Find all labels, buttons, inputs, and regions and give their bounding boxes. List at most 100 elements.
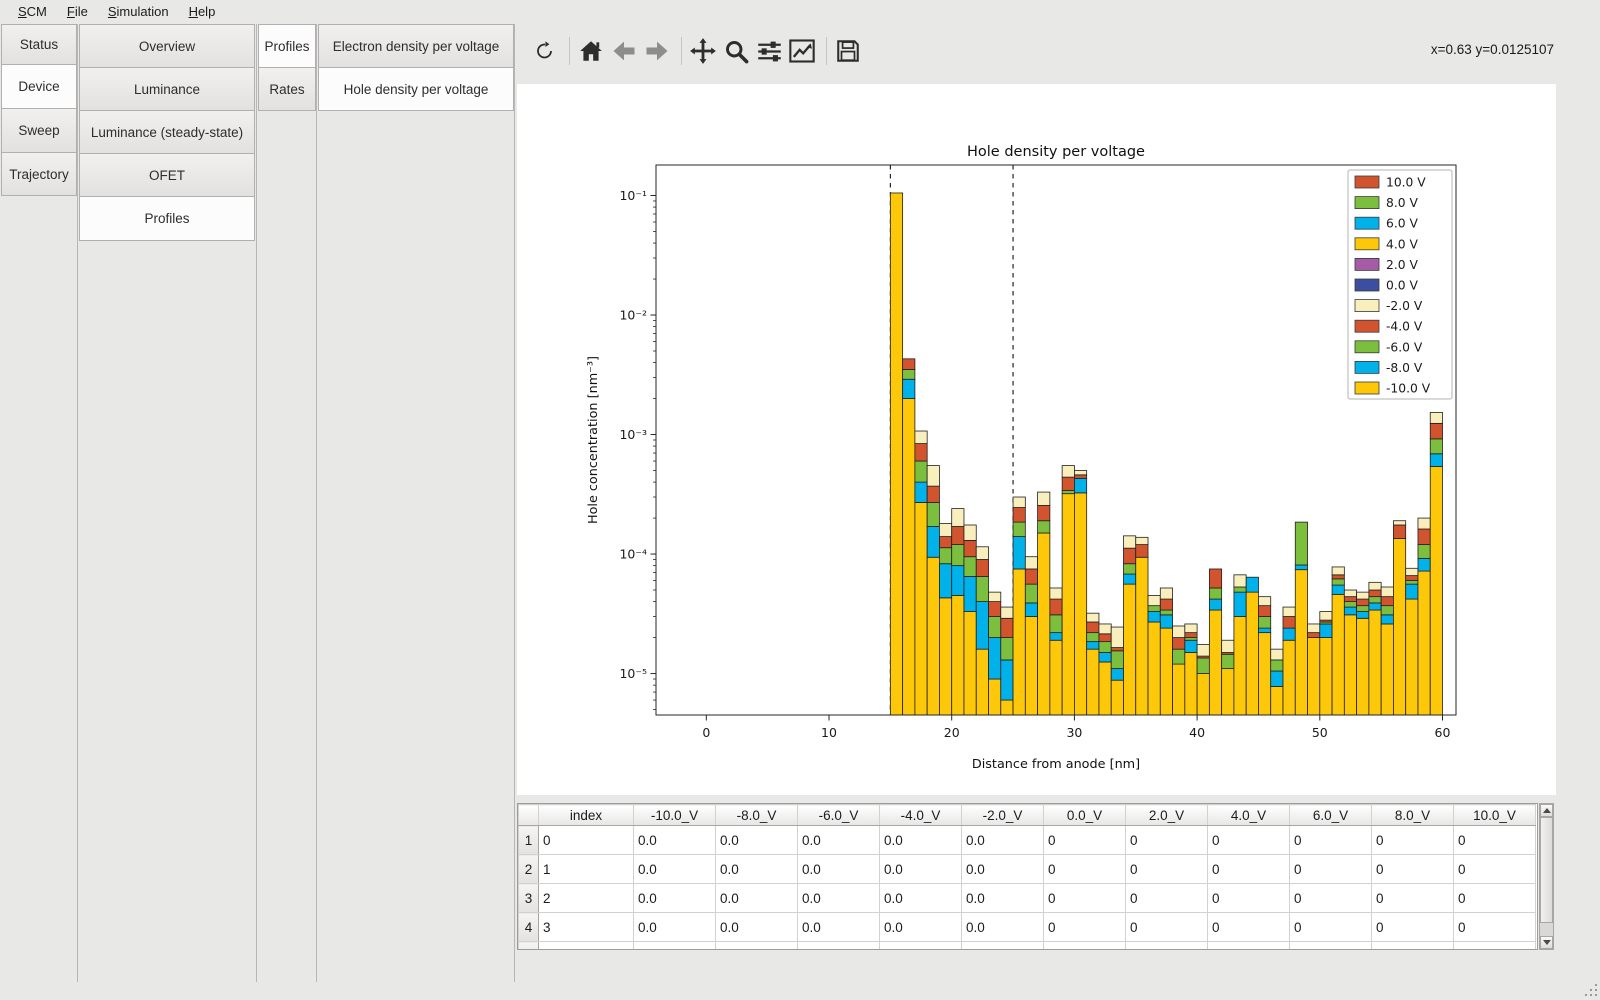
table-cell[interactable]: 0.0 [716, 942, 798, 951]
column-header[interactable]: index [539, 805, 634, 826]
row-header[interactable]: 5 [519, 942, 539, 951]
table-cell[interactable]: 0 [1044, 826, 1126, 855]
corner-header[interactable] [519, 805, 539, 826]
tab-profiles[interactable]: Profiles [79, 196, 255, 241]
tab-status[interactable]: Status [1, 24, 77, 65]
menu-item-simulation[interactable]: Simulation [100, 2, 177, 21]
column-header[interactable]: -2.0_V [962, 805, 1044, 826]
home-icon[interactable] [576, 36, 606, 66]
column-header[interactable]: 2.0_V [1126, 805, 1208, 826]
tab-sweep[interactable]: Sweep [1, 108, 77, 153]
table-cell[interactable]: 0.0 [962, 913, 1044, 942]
tab-device[interactable]: Device [1, 64, 77, 109]
table-cell[interactable]: 0.0 [634, 942, 716, 951]
menu-item-file[interactable]: File [59, 2, 96, 21]
table-cell[interactable]: 0 [1044, 942, 1126, 951]
table-cell[interactable]: 0.0 [634, 826, 716, 855]
menu-item-help[interactable]: Help [181, 2, 224, 21]
row-header[interactable]: 2 [519, 855, 539, 884]
table-cell[interactable]: 0 [1372, 884, 1454, 913]
table-cell[interactable]: 1 [539, 855, 634, 884]
column-header[interactable]: 6.0_V [1290, 805, 1372, 826]
tab-profiles[interactable]: Profiles [258, 24, 316, 68]
tab-ofet[interactable]: OFET [79, 153, 255, 197]
tab-overview[interactable]: Overview [79, 24, 255, 68]
scroll-down-icon[interactable] [1540, 936, 1553, 949]
table-cell[interactable]: 0.0 [716, 913, 798, 942]
menu-item-scm[interactable]: SCM [10, 2, 55, 21]
table-cell[interactable]: 0 [1126, 826, 1208, 855]
table-cell[interactable]: 0.0 [962, 942, 1044, 951]
table-cell[interactable]: 0 [1044, 913, 1126, 942]
refresh-icon[interactable] [530, 36, 560, 66]
column-header[interactable]: 0.0_V [1044, 805, 1126, 826]
column-header[interactable]: -8.0_V [716, 805, 798, 826]
table-cell[interactable]: 0 [1372, 913, 1454, 942]
table-cell[interactable]: 0.0 [716, 884, 798, 913]
save-icon[interactable] [833, 36, 863, 66]
plot-canvas[interactable]: 10⁻¹10⁻²10⁻³10⁻⁴10⁻⁵0102030405060Hole de… [517, 84, 1556, 795]
table-cell[interactable]: 0 [1208, 855, 1290, 884]
table-cell[interactable]: 0 [1126, 942, 1208, 951]
table-cell[interactable]: 0 [1290, 826, 1372, 855]
table-cell[interactable]: 0 [1454, 884, 1536, 913]
table-cell[interactable]: 0.0 [880, 942, 962, 951]
table-cell[interactable]: 0 [1208, 884, 1290, 913]
table-cell[interactable]: 0 [1126, 855, 1208, 884]
tab-trajectory[interactable]: Trajectory [1, 152, 77, 196]
table-cell[interactable]: 0 [1044, 884, 1126, 913]
column-header[interactable]: 8.0_V [1372, 805, 1454, 826]
tab-hole-density-per-voltage[interactable]: Hole density per voltage [318, 67, 514, 111]
table-cell[interactable]: 0.0 [798, 913, 880, 942]
scrollbar-thumb[interactable] [1540, 817, 1553, 923]
table-cell[interactable]: 0 [1290, 942, 1372, 951]
table-cell[interactable]: 0.0 [634, 884, 716, 913]
column-header[interactable]: -4.0_V [880, 805, 962, 826]
table-cell[interactable]: 0 [539, 826, 634, 855]
scroll-up-icon[interactable] [1540, 804, 1553, 817]
subplot-sliders-icon[interactable] [754, 36, 784, 66]
table-cell[interactable]: 0 [1290, 855, 1372, 884]
table-cell[interactable]: 0 [1454, 855, 1536, 884]
resize-grip[interactable] [1583, 982, 1597, 996]
table-cell[interactable]: 0 [1290, 913, 1372, 942]
tab-electron-density-per-voltage[interactable]: Electron density per voltage [318, 24, 514, 68]
table-cell[interactable]: 0 [1454, 913, 1536, 942]
table-cell[interactable]: 0.0 [962, 826, 1044, 855]
row-header[interactable]: 4 [519, 913, 539, 942]
row-header[interactable]: 1 [519, 826, 539, 855]
back-icon[interactable] [609, 36, 639, 66]
tab-luminance-steady-state-[interactable]: Luminance (steady-state) [79, 110, 255, 154]
tab-luminance[interactable]: Luminance [79, 67, 255, 111]
forward-icon[interactable] [642, 36, 672, 66]
table-cell[interactable]: 0 [1372, 855, 1454, 884]
table-cell[interactable]: 4 [539, 942, 634, 951]
table-cell[interactable]: 0.0 [634, 913, 716, 942]
table-cell[interactable]: 0.0 [962, 884, 1044, 913]
table-cell[interactable]: 0 [1372, 826, 1454, 855]
table-cell[interactable]: 0.0 [798, 884, 880, 913]
table-cell[interactable]: 0.0 [962, 855, 1044, 884]
tab-rates[interactable]: Rates [258, 67, 316, 111]
table-cell[interactable]: 0 [1372, 942, 1454, 951]
table-cell[interactable]: 0.0 [798, 942, 880, 951]
column-header[interactable]: 10.0_V [1454, 805, 1536, 826]
table-cell[interactable]: 0.0 [880, 826, 962, 855]
table-cell[interactable]: 0.0 [798, 855, 880, 884]
table-cell[interactable]: 0 [1454, 942, 1536, 951]
table-cell[interactable]: 3 [539, 913, 634, 942]
zoom-icon[interactable] [721, 36, 751, 66]
table-cell[interactable]: 0.0 [716, 855, 798, 884]
column-header[interactable]: -10.0_V [634, 805, 716, 826]
column-header[interactable]: -6.0_V [798, 805, 880, 826]
profile-data-table[interactable]: index-10.0_V-8.0_V-6.0_V-4.0_V-2.0_V0.0_… [517, 803, 1538, 950]
table-cell[interactable]: 0.0 [880, 884, 962, 913]
table-cell[interactable]: 0 [1044, 855, 1126, 884]
table-cell[interactable]: 0 [1126, 913, 1208, 942]
table-cell[interactable]: 0 [1290, 884, 1372, 913]
table-cell[interactable]: 0 [1208, 913, 1290, 942]
table-cell[interactable]: 0.0 [880, 855, 962, 884]
pan-icon[interactable] [688, 36, 718, 66]
table-cell[interactable]: 0 [1208, 942, 1290, 951]
table-cell[interactable]: 0 [1208, 826, 1290, 855]
